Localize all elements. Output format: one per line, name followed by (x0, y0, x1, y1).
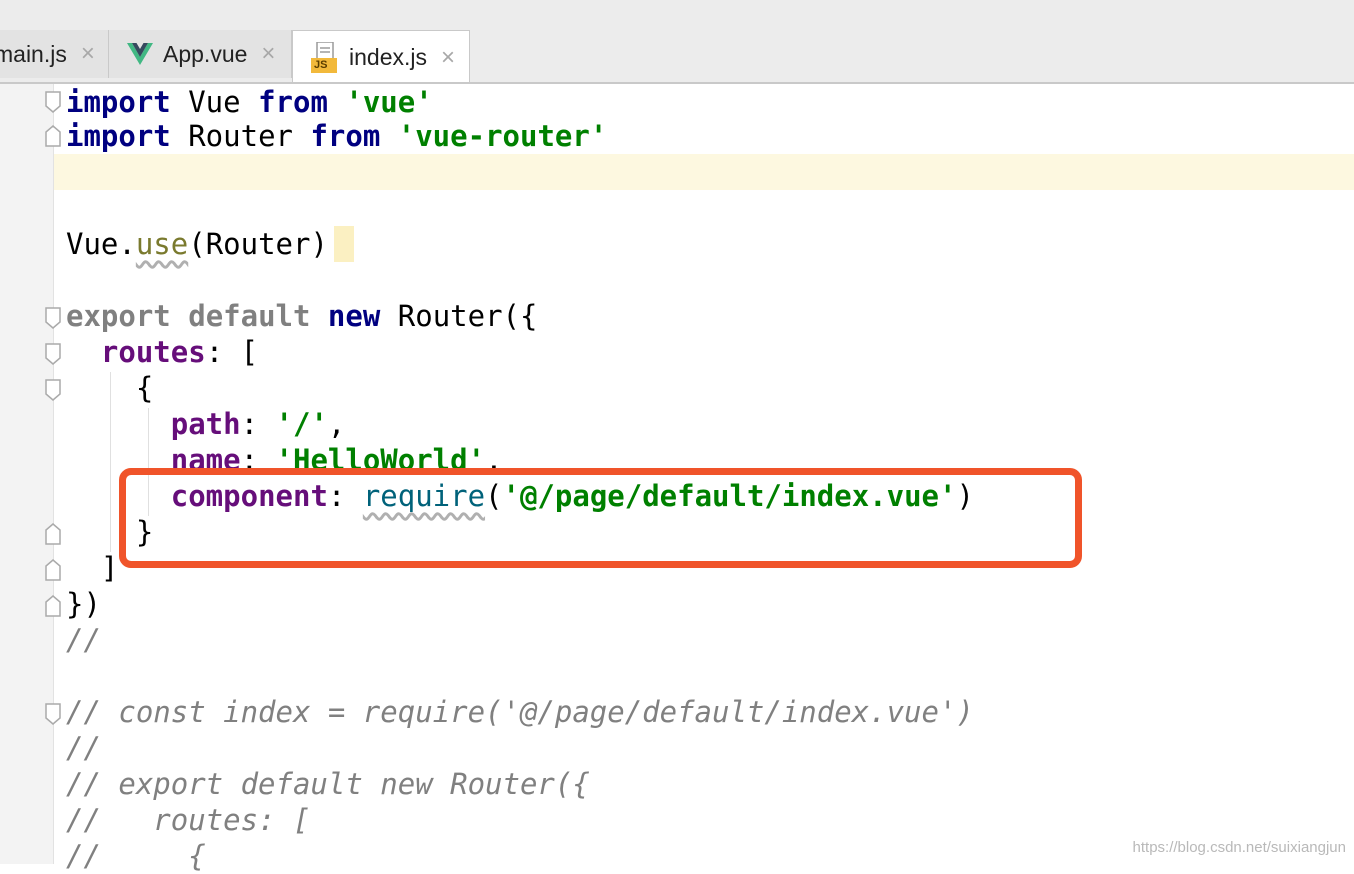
tab-app-vue[interactable]: App.vue × (109, 30, 292, 78)
code-line-21: // { (66, 839, 206, 873)
code-line-8: { (66, 371, 154, 405)
fold-end-icon[interactable] (44, 594, 62, 618)
tab-label: App.vue (163, 40, 248, 67)
tab-label: index.js (349, 44, 427, 70)
code-line-19: // export default new Router({ (66, 767, 590, 801)
code-line-7: routes: [ (100, 335, 259, 369)
code-line-1: import Vue from 'vue' (66, 85, 433, 119)
fold-end-icon[interactable] (44, 558, 62, 582)
fold-start-icon[interactable] (44, 702, 62, 726)
fold-end-icon[interactable] (44, 124, 62, 148)
code-line-13: ] (66, 551, 119, 585)
close-icon[interactable]: × (441, 44, 455, 72)
code-line-4: Vue.use(Router) (66, 227, 328, 261)
editor-tab-bar: main.js × App.vue × JS index.js × (0, 0, 1354, 84)
fold-start-icon[interactable] (44, 306, 62, 330)
close-icon[interactable]: × (81, 40, 95, 68)
code-line-6: export default new Router({ (66, 299, 538, 333)
fold-start-icon[interactable] (44, 90, 62, 114)
tab-main-js[interactable]: main.js × (0, 30, 109, 78)
js-badge-label: JS (314, 58, 328, 71)
watermark: https://blog.csdn.net/suixiangjun (1132, 839, 1346, 856)
gutter-divider (53, 84, 54, 864)
js-file-icon: JS (311, 41, 339, 74)
editor-gutter (0, 84, 54, 864)
fold-start-icon[interactable] (44, 378, 62, 402)
code-line-15: // (66, 623, 101, 657)
code-line-17: // const index = require('@/page/default… (66, 695, 974, 729)
tab-label: main.js (0, 40, 67, 67)
highlight-annotation-box (119, 468, 1082, 568)
fold-start-icon[interactable] (44, 342, 62, 366)
fold-end-icon[interactable] (44, 522, 62, 546)
code-line-2: import Router from 'vue-router' (66, 119, 608, 153)
code-line-9: path: '/', (170, 407, 346, 441)
vue-icon (127, 43, 153, 65)
code-line-14: }) (66, 587, 101, 621)
close-icon[interactable]: × (261, 40, 275, 68)
code-line-18: // (66, 731, 101, 765)
code-line-20: // routes: [ (66, 803, 311, 837)
tab-index-js[interactable]: JS index.js × (292, 30, 470, 84)
